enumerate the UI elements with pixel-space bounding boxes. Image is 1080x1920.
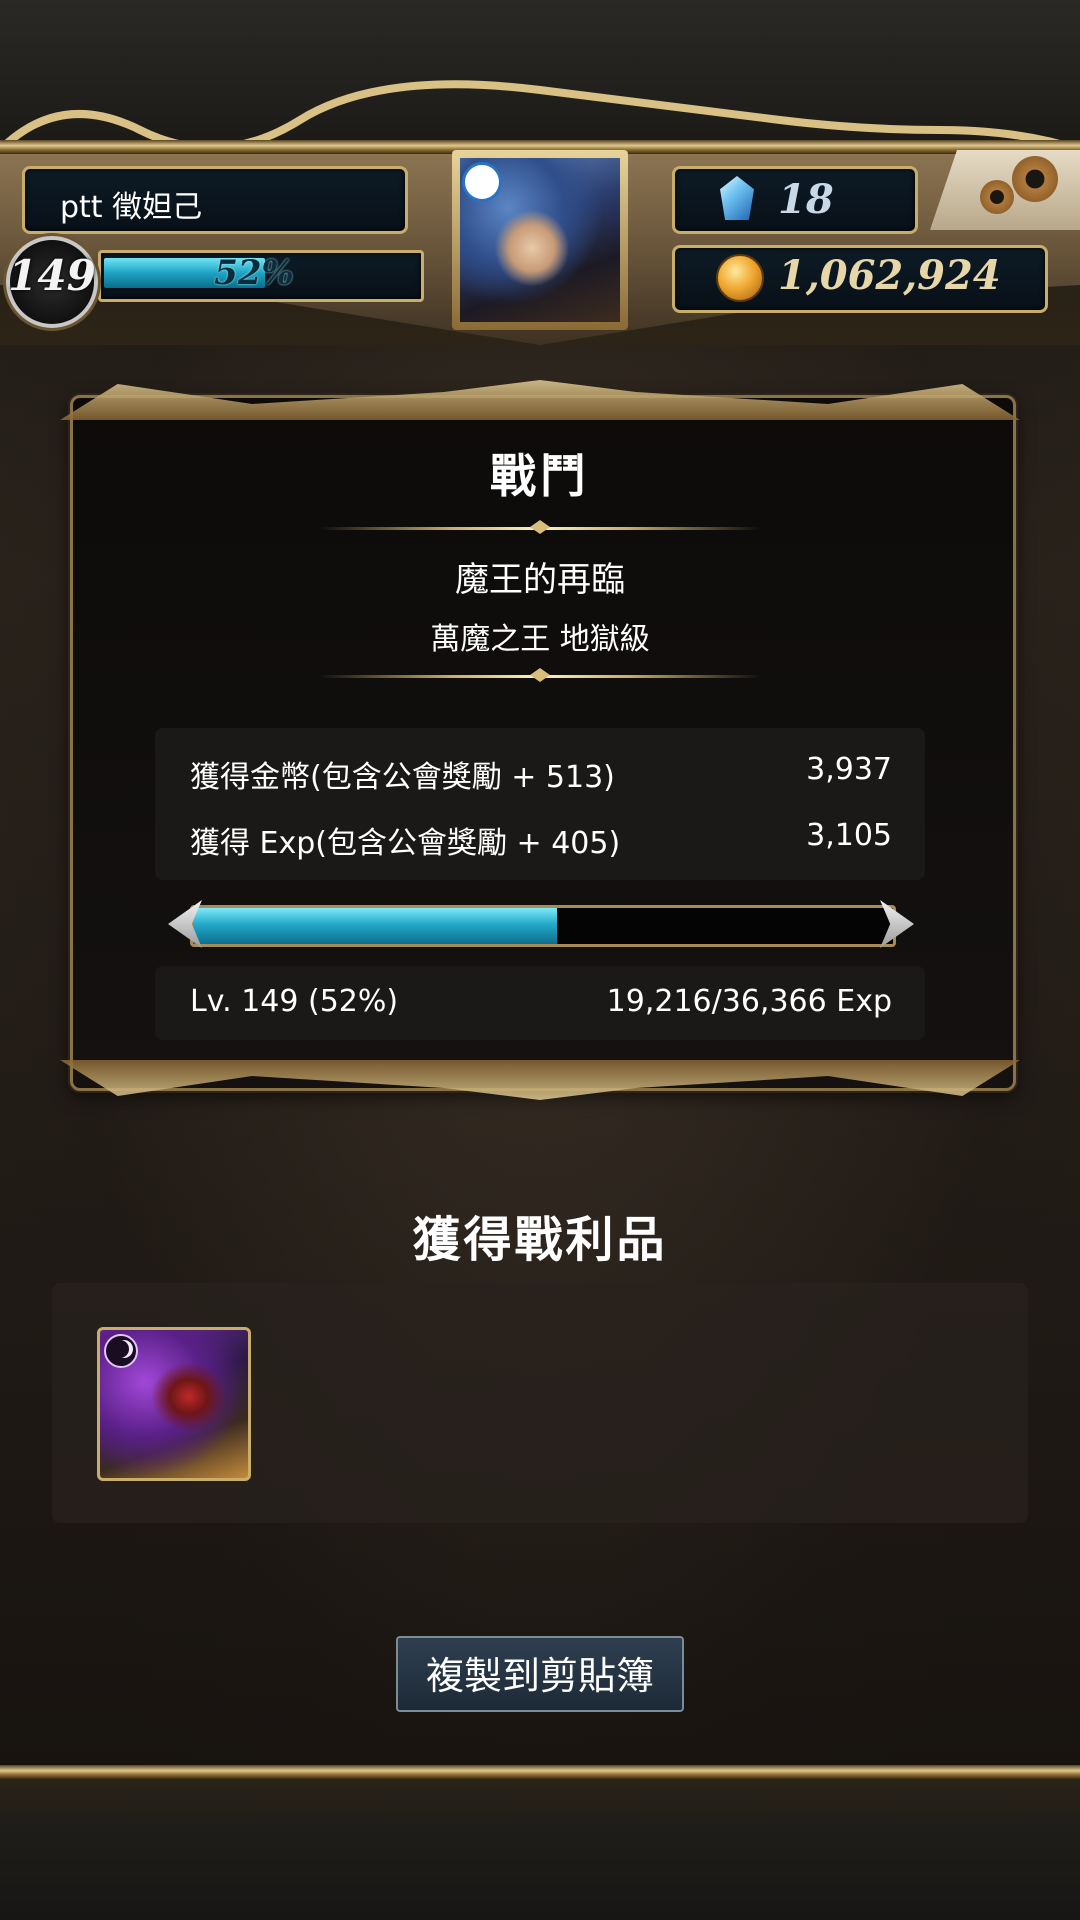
bottom-gold-trim (0, 1765, 1080, 1779)
loot-title: 獲得戰利品 (412, 1212, 668, 1268)
stage-subtitle: 萬魔之王 地獄級 (430, 622, 650, 657)
gear-icon-small (980, 180, 1014, 214)
coin-reward-label: 獲得金幣(包含公會獎勵 + 513) (190, 760, 615, 795)
water-element-icon (462, 162, 502, 202)
gear-icon (1012, 156, 1058, 202)
coin-reward-value: 3,937 (806, 752, 892, 787)
copy-to-clipboard-button[interactable]: 複製到剪貼簿 (396, 1636, 684, 1712)
player-exp-percent: 52% (214, 253, 294, 293)
gem-count: 18 (778, 176, 834, 223)
stage-name: 魔王的再臨 (455, 560, 625, 600)
exp-reward-label: 獲得 Exp(包含公會獎勵 + 405) (190, 826, 621, 861)
exp-progress-text: 19,216/36,366 Exp (606, 984, 892, 1019)
coin-count: 1,062,924 (778, 252, 1001, 299)
dark-element-icon (104, 1334, 138, 1368)
bottom-frame (0, 1765, 1080, 1920)
battle-title: 戰鬥 (490, 449, 590, 503)
player-level: 149 (8, 251, 96, 300)
level-percent-text: Lv. 149 (52%) (190, 984, 399, 1019)
gold-coin-icon (716, 254, 764, 302)
exp-reward-value: 3,105 (806, 818, 892, 853)
level-progress-fill (193, 908, 557, 944)
player-name: ptt 徵妲己 (60, 190, 203, 225)
